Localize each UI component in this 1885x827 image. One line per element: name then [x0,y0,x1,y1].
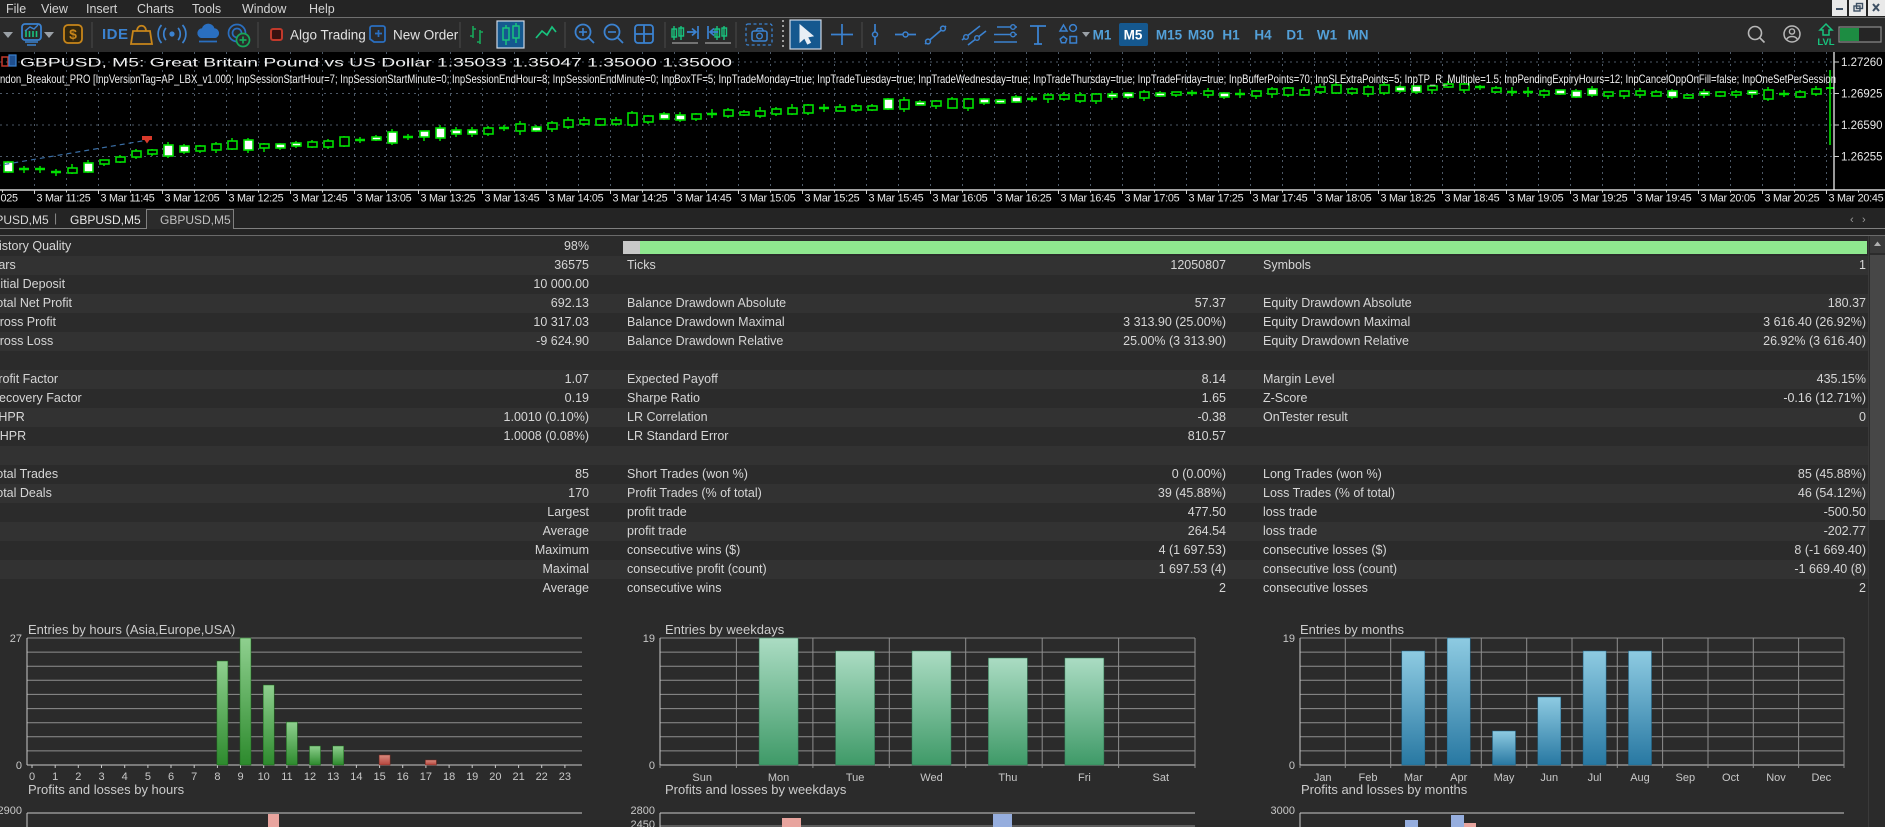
svg-text:3 Mar 14:45: 3 Mar 14:45 [677,193,732,205]
svg-text:3 Mar 11:45: 3 Mar 11:45 [101,193,155,205]
svg-text:New Order: New Order [393,28,459,43]
svg-text:1.26925: 1.26925 [1841,89,1883,101]
svg-text:14: 14 [350,771,362,783]
svg-text:1.27260: 1.27260 [1841,57,1883,69]
svg-text:Profits and losses by hours: Profits and losses by hours [28,782,185,797]
svg-text:7: 7 [191,771,197,783]
svg-text:3 Mar 13:05: 3 Mar 13:05 [357,193,412,205]
svg-text:21: 21 [512,771,524,783]
svg-text:2900: 2900 [0,805,22,817]
svg-text:3 Mar 19:05: 3 Mar 19:05 [1509,193,1564,205]
svg-text:H1: H1 [1222,28,1240,43]
svg-text:Sat: Sat [1153,772,1170,784]
svg-text:IDE: IDE [102,26,129,43]
svg-text:$: $ [69,26,77,42]
svg-text:3 Mar 12:25: 3 Mar 12:25 [229,193,284,205]
svg-text:Nov: Nov [1766,772,1786,784]
svg-text:3 Mar 18:25: 3 Mar 18:25 [1381,193,1436,205]
svg-text:Thu: Thu [998,772,1017,784]
svg-text:ndon_Breakout_PRO [InpVersionT: ndon_Breakout_PRO [InpVersionTag=AP_LBX_… [0,72,1836,86]
svg-text:19: 19 [466,771,478,783]
svg-text:20: 20 [489,771,501,783]
svg-text:W1: W1 [1317,28,1338,43]
svg-text:MN: MN [1348,28,1369,43]
svg-text:3 Mar 19:45: 3 Mar 19:45 [1637,193,1692,205]
svg-text:Aug: Aug [1630,772,1650,784]
svg-text:8: 8 [214,771,220,783]
svg-text:Oct: Oct [1722,772,1739,784]
svg-text:11: 11 [281,771,292,783]
svg-text:19: 19 [643,633,655,645]
svg-text:1.26255: 1.26255 [1841,152,1883,164]
svg-text:3 Mar 18:05: 3 Mar 18:05 [1317,193,1372,205]
svg-text:Sep: Sep [1676,772,1696,784]
svg-text:3 Mar 14:05: 3 Mar 14:05 [549,193,604,205]
svg-text:3 Mar 15:05: 3 Mar 15:05 [741,193,796,205]
svg-text:3 Mar 19:25: 3 Mar 19:25 [1573,193,1628,205]
svg-text:3 Mar 13:45: 3 Mar 13:45 [485,193,540,205]
svg-text:Wed: Wed [920,772,942,784]
svg-text:17: 17 [420,771,432,783]
svg-text:Entries by hours (Asia,Europe,: Entries by hours (Asia,Europe,USA) [28,622,235,637]
svg-text:3 Mar 15:25: 3 Mar 15:25 [805,193,860,205]
svg-text:H4: H4 [1254,28,1272,43]
svg-text:3 Mar 20:45: 3 Mar 20:45 [1829,193,1884,205]
svg-text:0: 0 [649,760,655,772]
svg-text:M1: M1 [1093,28,1112,43]
svg-text:Profits and losses by weekdays: Profits and losses by weekdays [665,782,847,797]
svg-text:3 Mar 12:45: 3 Mar 12:45 [293,193,348,205]
svg-text:Profits and losses by months: Profits and losses by months [1301,782,1468,797]
svg-text:Dec: Dec [1812,772,1832,784]
svg-text:3 Mar 17:45: 3 Mar 17:45 [1253,193,1308,205]
svg-text:Algo Trading: Algo Trading [290,28,366,43]
svg-text:Jun: Jun [1540,772,1558,784]
svg-text:3 Mar 20:25: 3 Mar 20:25 [1765,193,1820,205]
svg-text:025: 025 [1,193,19,205]
svg-text:22: 22 [536,771,548,783]
svg-text:3 Mar 16:45: 3 Mar 16:45 [1061,193,1116,205]
svg-text:27: 27 [10,633,22,645]
svg-text:M5: M5 [1124,28,1143,43]
svg-text:23: 23 [559,771,571,783]
svg-text:M30: M30 [1188,28,1214,43]
svg-text:0: 0 [16,760,22,772]
svg-text:Entries by months: Entries by months [1300,622,1405,637]
svg-text:18: 18 [443,771,455,783]
svg-text:16: 16 [397,771,409,783]
svg-text:2800: 2800 [631,805,655,817]
svg-text:LVL: LVL [1817,37,1834,48]
svg-text:Entries by weekdays: Entries by weekdays [665,622,785,637]
svg-text:0: 0 [1289,760,1295,772]
svg-text:2450: 2450 [631,819,655,827]
svg-text:Jul: Jul [1588,772,1602,784]
svg-text:19: 19 [1283,633,1295,645]
svg-text:3 Mar 17:25: 3 Mar 17:25 [1189,193,1244,205]
svg-text:3 Mar 16:25: 3 Mar 16:25 [997,193,1052,205]
svg-text:Fri: Fri [1078,772,1091,784]
svg-text:May: May [1494,772,1515,784]
svg-text:3 Mar 16:05: 3 Mar 16:05 [933,193,988,205]
svg-text:12: 12 [304,771,316,783]
svg-text:3 Mar 12:05: 3 Mar 12:05 [165,193,220,205]
svg-text:3 Mar 20:05: 3 Mar 20:05 [1701,193,1756,205]
svg-text:1.26590: 1.26590 [1841,120,1883,132]
svg-text:Tue: Tue [846,772,865,784]
svg-text:3 Mar 18:45: 3 Mar 18:45 [1445,193,1500,205]
svg-text:13: 13 [327,771,339,783]
svg-text:3000: 3000 [1271,805,1295,817]
svg-text:GBPUSD, M5: Great Britain Pou: GBPUSD, M5: Great Britain Pound vs US Do… [20,56,733,70]
svg-text:15: 15 [373,771,385,783]
svg-text:3 Mar 11:25: 3 Mar 11:25 [37,193,91,205]
svg-text:3 Mar 14:25: 3 Mar 14:25 [613,193,668,205]
svg-text:3 Mar 15:45: 3 Mar 15:45 [869,193,924,205]
svg-text:3 Mar 13:25: 3 Mar 13:25 [421,193,476,205]
svg-text:9: 9 [237,771,243,783]
svg-text:D1: D1 [1286,28,1304,43]
svg-text:10: 10 [258,771,270,783]
svg-text:M15: M15 [1156,28,1183,43]
svg-text:3 Mar 17:05: 3 Mar 17:05 [1125,193,1180,205]
